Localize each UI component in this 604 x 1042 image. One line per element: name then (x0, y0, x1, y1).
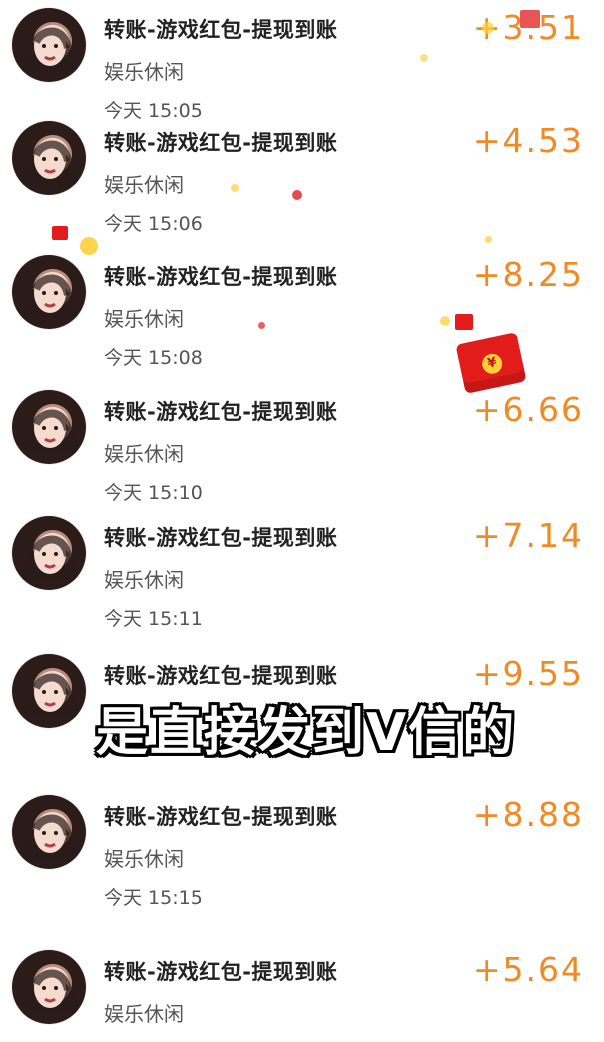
yuan-coin-icon: ¥ (480, 351, 505, 376)
transaction-time: 今天 15:08 (104, 347, 203, 369)
avatar (12, 121, 86, 195)
avatar (12, 390, 86, 464)
transaction-category: 娱乐休闲 (104, 173, 184, 197)
confetti-dot (420, 54, 428, 62)
red-packet-icon (520, 10, 540, 28)
transaction-list: 转账-游戏红包-提现到账 娱乐休闲 今天 15:05 +3.51 转账-游戏红包… (0, 0, 604, 1042)
confetti-dot (440, 316, 450, 326)
transaction-amount: +4.53 (472, 121, 584, 160)
transaction-time: 今天 15:05 (104, 100, 203, 122)
transaction-time: 今天 15:11 (104, 608, 203, 630)
confetti-dot (292, 190, 302, 200)
transaction-time: 今天 15:15 (104, 887, 203, 909)
confetti-dot (485, 236, 492, 243)
list-item[interactable]: 转账-游戏红包-提现到账 娱乐休闲 今天 15:06 +4.53 (0, 121, 604, 251)
transaction-time: 今天 15:06 (104, 213, 203, 235)
transaction-amount: +8.88 (472, 795, 584, 834)
transaction-category: 娱乐休闲 (104, 568, 184, 592)
confetti-dot (258, 322, 265, 329)
avatar (12, 654, 86, 728)
transaction-title: 转账-游戏红包-提现到账 (104, 960, 338, 984)
list-item[interactable]: 转账-游戏红包-提现到账 娱乐休闲 +5.64 (0, 950, 604, 1042)
confetti-dot (231, 184, 239, 192)
transaction-category: 娱乐休闲 (104, 307, 184, 331)
transaction-title: 转账-游戏红包-提现到账 (104, 400, 338, 424)
transaction-category: 娱乐休闲 (104, 1002, 184, 1026)
transaction-title: 转账-游戏红包-提现到账 (104, 664, 338, 688)
avatar (12, 516, 86, 590)
avatar (12, 950, 86, 1024)
transaction-amount: +8.25 (472, 255, 584, 294)
transaction-category: 娱乐休闲 (104, 847, 184, 871)
transaction-title: 转账-游戏红包-提现到账 (104, 131, 338, 155)
video-caption: 是直接发到V信的 (96, 703, 517, 763)
transaction-category: 娱乐休闲 (104, 442, 184, 466)
list-item[interactable]: 转账-游戏红包-提现到账 娱乐休闲 今天 15:11 +7.14 (0, 516, 604, 646)
transaction-title: 转账-游戏红包-提现到账 (104, 18, 338, 42)
confetti-dot (482, 22, 494, 34)
list-item[interactable]: 转账-游戏红包-提现到账 娱乐休闲 今天 15:10 +6.66 (0, 390, 604, 520)
transaction-title: 转账-游戏红包-提现到账 (104, 265, 338, 289)
avatar (12, 8, 86, 82)
transaction-amount: +9.55 (472, 654, 584, 693)
transaction-amount: +5.64 (472, 950, 584, 989)
transaction-title: 转账-游戏红包-提现到账 (104, 805, 338, 829)
confetti-dot (80, 237, 98, 255)
avatar (12, 255, 86, 329)
transaction-time: 今天 15:10 (104, 482, 203, 504)
transaction-title: 转账-游戏红包-提现到账 (104, 526, 338, 550)
list-item[interactable]: 转账-游戏红包-提现到账 娱乐休闲 今天 15:15 +8.88 (0, 795, 604, 925)
transaction-amount: +6.66 (472, 390, 584, 429)
red-packet-icon (455, 314, 473, 330)
transaction-category: 娱乐休闲 (104, 60, 184, 84)
transaction-amount: +7.14 (472, 516, 584, 555)
list-item[interactable]: 转账-游戏红包-提现到账 娱乐休闲 今天 15:05 +3.51 (0, 8, 604, 138)
avatar (12, 795, 86, 869)
red-packet-icon (52, 226, 68, 240)
